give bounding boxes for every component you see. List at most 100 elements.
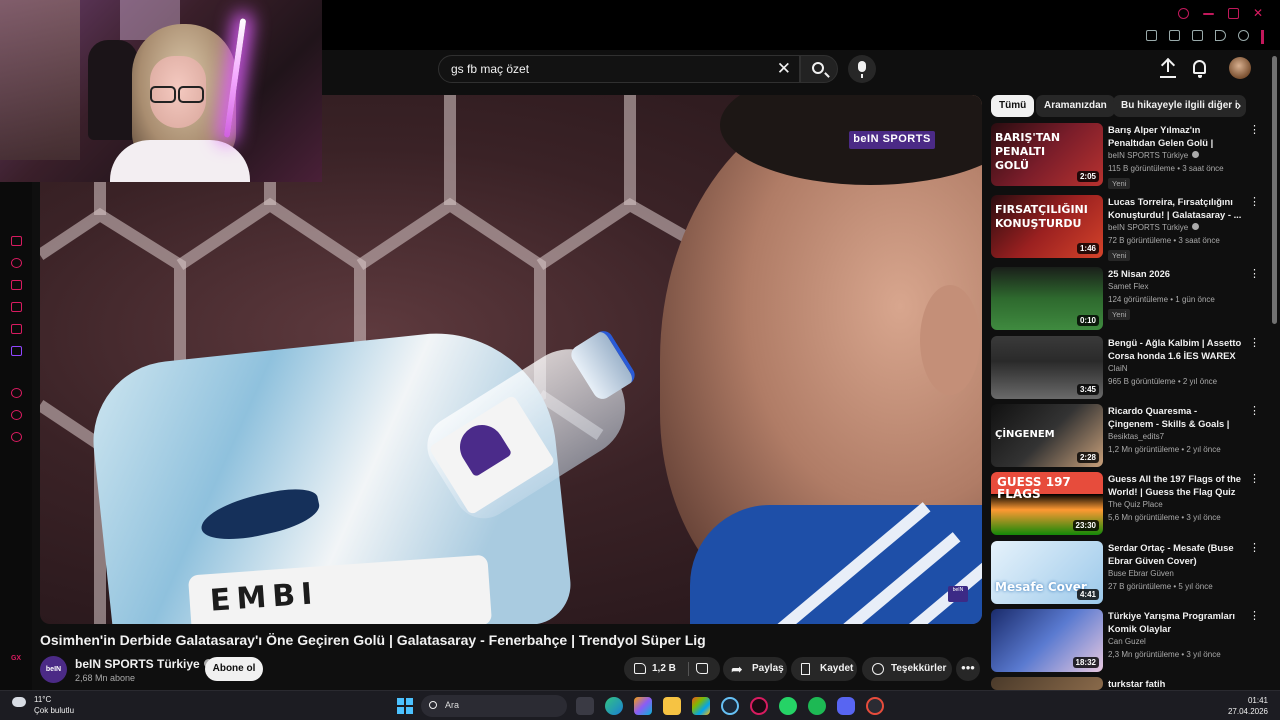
chip-from-search[interactable]: Aramanızdan: [1036, 95, 1115, 117]
recommendation-channel-name[interactable]: Besiktas_edits7: [1108, 432, 1164, 441]
dislike-icon[interactable]: [696, 663, 708, 674]
recommendation-channel[interactable]: Can Guzel: [1108, 637, 1146, 646]
whatsapp-icon[interactable]: [779, 697, 797, 715]
store-icon[interactable]: [692, 697, 710, 715]
channel-avatar[interactable]: beIN: [40, 656, 67, 683]
like-count[interactable]: 1,2 B: [652, 657, 676, 681]
recommendation-channel[interactable]: beIN SPORTS Türkiye: [1108, 223, 1200, 232]
more-options-icon[interactable]: ⋮: [1249, 125, 1260, 136]
refresh-icon[interactable]: [10, 258, 22, 268]
mail-icon[interactable]: [10, 324, 22, 334]
recommendation-channel[interactable]: Besiktas_edits7: [1108, 432, 1164, 441]
upload-icon[interactable]: [1160, 59, 1176, 77]
share-button[interactable]: Paylaş: [723, 657, 787, 682]
recommendation-channel-name[interactable]: Samet Flex: [1108, 282, 1148, 291]
more-actions-button[interactable]: •••: [956, 657, 980, 681]
video-thumbnail[interactable]: ÇİNGENEM 2:28: [991, 404, 1103, 467]
subscribe-button[interactable]: Abone ol: [205, 657, 263, 681]
close-icon[interactable]: ✕: [1253, 7, 1264, 19]
recommendation-item[interactable]: 18:32 Türkiye Yarışma Programları Komik O…: [991, 609, 1261, 675]
channel-name-text[interactable]: beIN SPORTS Türkiye: [75, 657, 200, 671]
recommendation-item[interactable]: ÇİNGENEM 2:28 Ricardo Quaresma - Çingenem …: [991, 404, 1261, 470]
messenger-icon[interactable]: [10, 302, 22, 312]
maximize-icon[interactable]: [1228, 8, 1239, 19]
more-options-icon[interactable]: ⋮: [1249, 197, 1260, 208]
steam-icon[interactable]: [721, 697, 739, 715]
recommendation-item[interactable]: FIRSATÇILIĞINI KONUŞTURDU 1:46 Lucas Torre…: [991, 195, 1261, 261]
history-icon[interactable]: [10, 410, 22, 420]
more-options-icon[interactable]: ⋮: [1249, 543, 1260, 554]
opera-gx-icon[interactable]: [750, 697, 768, 715]
recommendation-channel[interactable]: Buse Ebrar Güven: [1108, 569, 1174, 578]
recommendation-item[interactable]: turkstar fatih: [991, 677, 1261, 690]
search-box[interactable]: gs fb maç özet ✕: [438, 55, 800, 83]
shield-icon[interactable]: [1192, 30, 1203, 41]
more-options-icon[interactable]: ⋮: [1249, 338, 1260, 349]
video-thumbnail[interactable]: 0:10: [991, 267, 1103, 330]
recommendation-title[interactable]: Lucas Torreira, Fırsatçılığını Konuşturd…: [1108, 195, 1245, 221]
more-options-icon[interactable]: ⋮: [1249, 406, 1260, 417]
discord-icon[interactable]: [837, 697, 855, 715]
music-icon[interactable]: [10, 388, 22, 398]
clear-search-icon[interactable]: ✕: [777, 59, 791, 79]
recommendation-channel-name[interactable]: beIN SPORTS Türkiye: [1108, 151, 1188, 160]
save-button[interactable]: Kaydet: [791, 657, 857, 681]
recommendation-title[interactable]: Barış Alper Yılmaz'ın Penaltıdan Gelen G…: [1108, 123, 1245, 149]
recommendation-title[interactable]: Guess All the 197 Flags of the World! | …: [1108, 472, 1245, 498]
recommendation-title[interactable]: Ricardo Quaresma - Çingenem - Skills & G…: [1108, 404, 1245, 430]
recommendation-channel[interactable]: beIN SPORTS Türkiye: [1108, 151, 1200, 160]
extension-icon[interactable]: [1146, 30, 1157, 41]
twitch-icon[interactable]: [10, 346, 22, 356]
recommendation-item[interactable]: 3:45 Bengü - Ağla Kalbim | Assetto Corsa …: [991, 336, 1261, 402]
chip-related-story[interactable]: Bu hikayeyle ilgili diğer i: [1113, 95, 1246, 117]
menu-bar-icon[interactable]: [1261, 30, 1264, 44]
recommendation-channel-name[interactable]: ClaiN: [1108, 364, 1128, 373]
video-thumbnail[interactable]: Mesafe Cover 4:41: [991, 541, 1103, 604]
more-options-icon[interactable]: ⋮: [1249, 611, 1260, 622]
recommendation-channel[interactable]: The Quiz Place: [1108, 500, 1163, 509]
chip-all[interactable]: Tümü: [991, 95, 1035, 117]
recommendation-channel-name[interactable]: beIN SPORTS Türkiye: [1108, 223, 1188, 232]
gx-label[interactable]: GX: [0, 655, 32, 662]
recommendation-title[interactable]: Serdar Ortaç - Mesafe (Buse Ebrar Güven …: [1108, 541, 1245, 567]
recommendation-channel[interactable]: ClaiN: [1108, 364, 1128, 373]
edge-icon[interactable]: [605, 697, 623, 715]
chevron-right-icon[interactable]: ›: [1236, 97, 1241, 115]
recommendation-title[interactable]: turkstar fatih: [1108, 677, 1245, 690]
copilot-icon[interactable]: [634, 697, 652, 715]
video-thumbnail[interactable]: GUESS 197 FLAGS 23:30: [991, 472, 1103, 535]
recommendation-channel-name[interactable]: Can Guzel: [1108, 637, 1146, 646]
thanks-button[interactable]: Teşekkürler: [862, 657, 952, 681]
minimize-icon[interactable]: [1203, 13, 1214, 15]
video-thumbnail[interactable]: 18:32: [991, 609, 1103, 672]
heart-icon[interactable]: [1238, 30, 1249, 41]
snapshot-icon[interactable]: [1169, 30, 1180, 41]
recommendation-item[interactable]: BARIŞ'TAN PENALTI GOLÜ 2:05 Barış Alper Yı…: [991, 123, 1261, 189]
search-input[interactable]: gs fb maç özet: [451, 62, 529, 76]
more-options-icon[interactable]: ⋮: [1249, 474, 1260, 485]
scrollbar[interactable]: [1272, 56, 1277, 324]
video-thumbnail[interactable]: [991, 677, 1103, 690]
notifications-bell-icon[interactable]: [1193, 60, 1206, 78]
like-icon[interactable]: [634, 663, 646, 674]
recommendation-channel-name[interactable]: The Quiz Place: [1108, 500, 1163, 509]
recommendation-channel-name[interactable]: Buse Ebrar Güven: [1108, 569, 1174, 578]
spotify-icon[interactable]: [808, 697, 826, 715]
voice-search-button[interactable]: [848, 55, 876, 83]
settings-icon[interactable]: [10, 432, 22, 442]
recommendation-channel[interactable]: Samet Flex: [1108, 282, 1148, 291]
video-thumbnail[interactable]: 3:45: [991, 336, 1103, 399]
account-avatar[interactable]: [1229, 57, 1251, 79]
video-thumbnail[interactable]: BARIŞ'TAN PENALTI GOLÜ 2:05: [991, 123, 1103, 186]
recommendation-title[interactable]: 25 Nisan 2026: [1108, 267, 1245, 280]
recommendation-item[interactable]: Mesafe Cover 4:41 Serdar Ortaç - Mesafe (B…: [991, 541, 1261, 607]
bag-icon[interactable]: [10, 280, 22, 290]
system-clock[interactable]: 01:41 27.04.2026: [1228, 695, 1268, 717]
channel-name[interactable]: beIN SPORTS Türkiye: [75, 657, 213, 671]
more-options-icon[interactable]: ⋮: [1249, 269, 1260, 280]
search-icon[interactable]: [1178, 8, 1189, 19]
app-icon[interactable]: [866, 697, 884, 715]
player-icon[interactable]: [10, 236, 22, 246]
search-button[interactable]: [800, 55, 838, 83]
task-view-icon[interactable]: [576, 697, 594, 715]
